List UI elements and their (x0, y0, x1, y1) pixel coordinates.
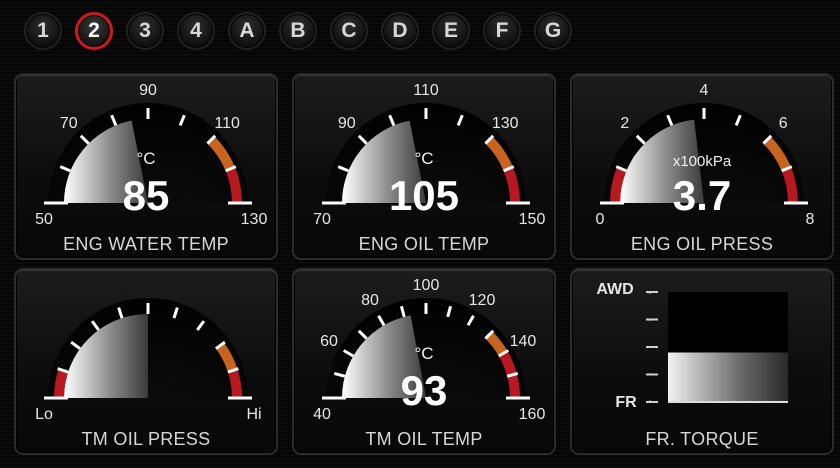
page-button-g[interactable]: G (534, 12, 572, 50)
page-selector: 1234ABCDEFG (24, 12, 572, 56)
page-button-a[interactable]: A (228, 12, 266, 50)
page-button-f[interactable]: F (483, 12, 521, 50)
gauge-scale-label: 80 (361, 292, 379, 309)
gauge-title: ENG OIL TEMP (358, 234, 490, 254)
torque-title: FR. TORQUE (645, 429, 759, 449)
gauge-value: 105 (388, 172, 460, 219)
page-button-3[interactable]: 3 (126, 12, 164, 50)
gauge-scale-label: 120 (468, 292, 496, 309)
page-button-c[interactable]: C (330, 12, 368, 50)
gauge-panel-eng-water-temp: 50 70 90 110 130 °C 85 ENG WATER TEMP (14, 73, 278, 260)
gauge-title: ENG OIL PRESS (630, 234, 774, 254)
gauge-unit: °C (414, 344, 434, 363)
gauge-value: 3.7 (672, 172, 732, 219)
gauge-panel-tm-oil-temp: 40 60 80 100 120 140 160 °C 93 TM OIL TEMP (292, 268, 556, 455)
torque-top-label: AWD (596, 281, 634, 298)
page-button-1[interactable]: 1 (24, 12, 62, 50)
torque-bottom-label: FR (615, 394, 637, 411)
gauge-scale-label: 130 (491, 114, 519, 132)
gauge-value: 93 (400, 367, 448, 414)
gauge-scale-label: 110 (214, 114, 240, 132)
gauge-title: TM OIL TEMP (365, 429, 483, 449)
torque-bar (668, 352, 788, 402)
page-button-b[interactable]: B (279, 12, 317, 50)
gauge-scale-label: 70 (59, 114, 78, 132)
page-button-d[interactable]: D (381, 12, 419, 50)
gauge-sweep (64, 314, 148, 398)
gauge-scale-label: 100 (412, 277, 440, 294)
gauge-unit: x100kPa (672, 153, 732, 170)
gauge-scale-label: 110 (413, 82, 439, 99)
gauge-scale-label: Hi (246, 406, 262, 423)
gauge-value: 85 (122, 172, 170, 219)
gauge-scale-label: 90 (337, 114, 356, 132)
gauge-title: ENG WATER TEMP (63, 234, 229, 254)
gauge-unit: °C (136, 149, 156, 168)
gauge-panel-eng-oil-press: 0 2 4 6 8 x100kPa 3.7 ENG OIL PRESS (570, 73, 834, 260)
gauge-unit: °C (414, 149, 434, 168)
gauge-scale-label: 6 (778, 114, 788, 132)
gauge-title: TM OIL PRESS (81, 429, 211, 449)
gauge-scale-label: Lo (35, 406, 53, 423)
gauge-scale-label: 90 (139, 82, 157, 99)
page-button-4[interactable]: 4 (177, 12, 215, 50)
page-button-2[interactable]: 2 (75, 12, 113, 50)
gauge-panel-eng-oil-temp: 70 90 110 130 150 °C 105 ENG OIL TEMP (292, 73, 556, 260)
gauge-scale-label: 2 (620, 114, 630, 132)
gauge-scale-label: 4 (699, 82, 709, 99)
torque-panel: AWD FR FR. TORQUE (570, 268, 834, 455)
page-button-e[interactable]: E (432, 12, 470, 50)
gauge-panel-tm-oil-press: Lo Hi TM OIL PRESS (14, 268, 278, 455)
